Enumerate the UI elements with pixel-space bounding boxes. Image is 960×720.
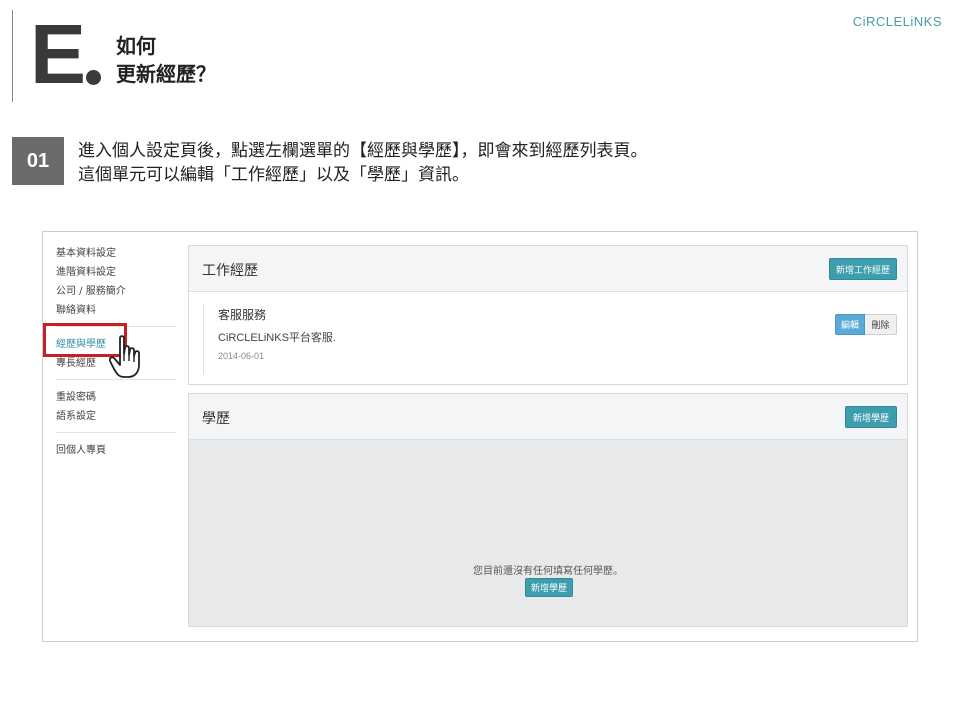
sidebar-divider — [56, 432, 176, 433]
section-letter: E — [30, 7, 86, 101]
sidebar-item-back-profile[interactable]: 回個人專頁 — [56, 441, 178, 460]
work-entry-date: 2014-06-01 — [218, 351, 265, 361]
education-title: 學歷 — [202, 411, 230, 427]
brand-logo: CiRCLELiNKS — [852, 14, 942, 29]
add-work-experience-button[interactable]: 新增工作經歷 — [829, 258, 897, 280]
add-education-button[interactable]: 新增學歷 — [845, 406, 897, 428]
sidebar-item-company-intro[interactable]: 公司 / 服務簡介 — [56, 282, 178, 301]
work-entry-description: CiRCLELiNKS平台客服. — [218, 332, 336, 344]
step-number-badge: 01 — [12, 137, 64, 185]
work-experience-title: 工作經歷 — [202, 263, 258, 279]
page-title-line1: 如何 — [116, 34, 156, 58]
add-education-empty-button[interactable]: 新增學歷 — [525, 578, 573, 597]
section-dot — [86, 70, 101, 85]
education-empty-state: 您目前還沒有任何填寫任何學歷。 新增學歷 — [189, 440, 907, 626]
page-title-line2: 更新經歷？ — [116, 62, 216, 86]
delete-button[interactable]: 刪除 — [865, 314, 897, 335]
work-experience-panel: 工作經歷 新增工作經歷 客服服務 CiRCLELiNKS平台客服. 2014-0… — [188, 245, 908, 385]
sidebar-item-reset-password[interactable]: 重設密碼 — [56, 388, 178, 407]
header-rule — [12, 10, 13, 102]
edit-button[interactable]: 編輯 — [835, 314, 865, 335]
pointer-hand-icon — [109, 335, 140, 378]
step-instruction-line2: 這個單元可以編輯「工作經歷」以及「學歷」資訊。 — [78, 165, 469, 185]
sidebar-item-contact[interactable]: 聯絡資料 — [56, 301, 178, 320]
work-entry: 客服服務 CiRCLELiNKS平台客服. 2014-06-01 — [203, 304, 336, 374]
work-entry-title: 客服服務 — [218, 308, 267, 322]
sidebar-item-advanced-info[interactable]: 進階資料設定 — [56, 263, 178, 282]
work-experience-header: 工作經歷 新增工作經歷 — [189, 246, 907, 292]
step-instruction-line1: 進入個人設定頁後，點選左欄選單的【經歷與學歷】，即會來到經歷列表頁。 — [78, 141, 648, 161]
education-panel: 學歷 新增學歷 您目前還沒有任何填寫任何學歷。 新增學歷 — [188, 393, 908, 627]
work-entry-actions: 編輯 刪除 — [835, 314, 897, 335]
settings-screenshot: 基本資料設定 進階資料設定 公司 / 服務簡介 聯絡資料 經歷與學歷 專長經歷 … — [42, 231, 918, 642]
empty-message: 您目前還沒有任何填寫任何學歷。 — [473, 566, 623, 577]
education-header: 學歷 新增學歷 — [189, 394, 907, 440]
sidebar-item-basic-info[interactable]: 基本資料設定 — [56, 244, 178, 263]
sidebar-item-language[interactable]: 語系設定 — [56, 407, 178, 426]
